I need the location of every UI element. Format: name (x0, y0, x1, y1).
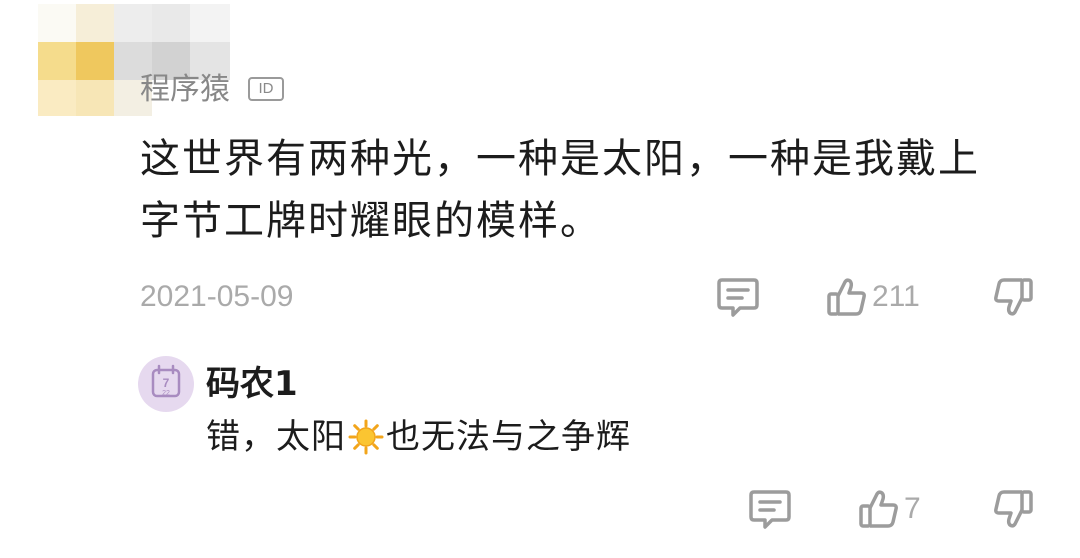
reply-comment-bubble-icon[interactable] (748, 488, 792, 530)
thumbs-down-icon (994, 490, 1033, 528)
commenter-username[interactable]: 程序猿 (140, 70, 230, 110)
author-badge: ID (248, 77, 284, 101)
comment-date: 2021-05-09 (140, 280, 294, 313)
reply-text-after: 也无法与之争辉 (386, 417, 631, 457)
like-count: 211 (872, 280, 920, 313)
comment-body: 这世界有两种光，一种是太阳，一种是我戴上字节工牌时耀眼的模样。 (140, 136, 980, 244)
reply-body: 错，太阳 也无法与之争辉 (206, 414, 631, 467)
dislike-button[interactable] (992, 276, 1034, 318)
reply-dislike-button[interactable] (992, 488, 1034, 530)
thumbs-up-icon (827, 278, 866, 316)
calendar-day: 7 (163, 376, 170, 390)
reply-avatar[interactable]: 7 22 (138, 356, 194, 412)
like-button[interactable] (826, 276, 868, 318)
calendar-sub: 22 (162, 390, 170, 397)
sun-emoji-icon (348, 419, 384, 467)
reply-like-count: 7 (904, 492, 921, 525)
calendar-icon: 7 22 (151, 364, 181, 398)
reply-username[interactable]: 码农1 (206, 362, 298, 406)
thumbs-up-icon (859, 490, 898, 528)
reply-text-before: 错，太阳 (206, 417, 346, 457)
comment-bubble-icon[interactable] (716, 276, 760, 318)
reply-like-button[interactable] (858, 488, 900, 530)
comment-thread: 程序猿 ID 这世界有两种光，一种是太阳，一种是我戴上字节工牌时耀眼的模样。 2… (0, 0, 1080, 558)
thumbs-down-icon (994, 278, 1033, 316)
